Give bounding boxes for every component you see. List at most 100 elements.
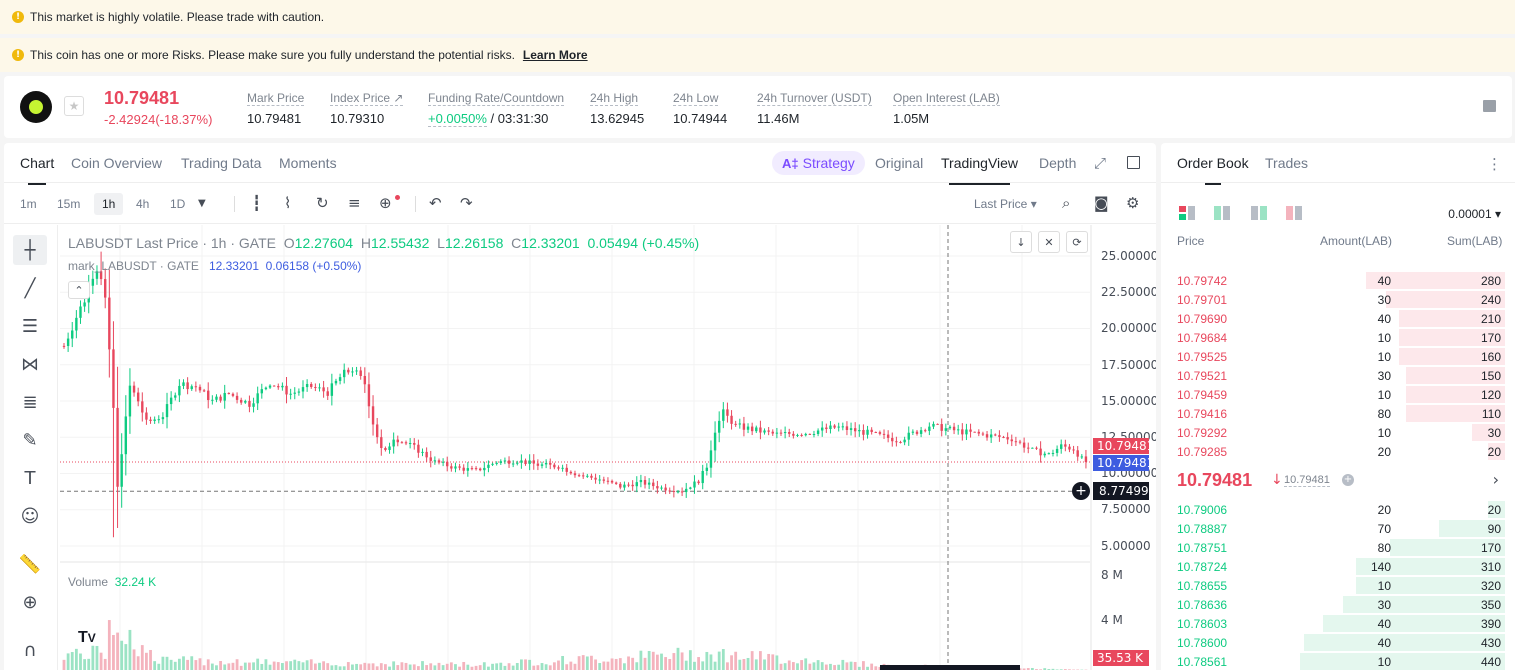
- timeframe-15m[interactable]: 15m: [57, 197, 80, 211]
- order-book-tabs: Order Book Trades ⋮: [1161, 143, 1515, 185]
- reset-view-icon[interactable]: ⟳: [1066, 231, 1088, 253]
- compress-icon[interactable]: ✕: [1038, 231, 1060, 253]
- ask-row[interactable]: 10.79521 30 150: [1177, 366, 1505, 385]
- ask-row[interactable]: 10.79416 80 110: [1177, 404, 1505, 423]
- ask-row[interactable]: 10.79525 10 160: [1177, 347, 1505, 366]
- candle-type-icon[interactable]: ┇: [252, 194, 261, 212]
- settings-gear-icon[interactable]: ⚙: [1126, 194, 1139, 212]
- price-type-select[interactable]: Last Price ▾: [974, 197, 1037, 211]
- magnet-icon[interactable]: ∩: [13, 635, 47, 665]
- ask-row[interactable]: 10.79690 40 210: [1177, 309, 1505, 328]
- emoji-icon[interactable]: ☺: [13, 501, 47, 531]
- timeframe-1m[interactable]: 1m: [20, 197, 37, 211]
- tab-coin-overview[interactable]: Coin Overview: [71, 155, 162, 171]
- timeframe-4h[interactable]: 4h: [136, 197, 149, 211]
- bid-row[interactable]: 10.79006 20 20: [1177, 500, 1505, 519]
- ask-row[interactable]: 10.79742 40 280: [1177, 271, 1505, 290]
- indicator-icon[interactable]: ⌇: [284, 194, 291, 212]
- camera-icon[interactable]: ◙: [1094, 194, 1109, 212]
- tab-chart[interactable]: Chart: [20, 155, 54, 185]
- tab-trades[interactable]: Trades: [1265, 155, 1308, 171]
- timeframe-dropdown-icon[interactable]: ▼: [198, 198, 206, 209]
- favorite-star-icon[interactable]: ★: [64, 96, 84, 116]
- bid-row[interactable]: 10.78887 70 90: [1177, 519, 1505, 538]
- text-icon[interactable]: T: [13, 463, 47, 493]
- template-icon[interactable]: ≡: [348, 194, 361, 212]
- candle-body: [351, 371, 354, 373]
- brush-icon[interactable]: ✎: [13, 425, 47, 455]
- stat-label[interactable]: Index Price ↗: [330, 91, 404, 106]
- bid-row[interactable]: 10.78751 80 170: [1177, 538, 1505, 557]
- depth-view-icon[interactable]: [1286, 206, 1302, 220]
- ask-price: 10.79292: [1177, 426, 1228, 440]
- fib-icon[interactable]: ≣: [13, 387, 47, 417]
- zoom-icon[interactable]: ⊕: [13, 587, 47, 617]
- more-options-icon[interactable]: ⋮: [1487, 155, 1502, 173]
- asks-view-icon[interactable]: [1251, 206, 1267, 220]
- ask-row[interactable]: 10.79701 30 240: [1177, 290, 1505, 309]
- chevron-right-icon[interactable]: ›: [1493, 470, 1499, 489]
- learn-more-link[interactable]: Learn More: [523, 48, 588, 62]
- view-depth[interactable]: Depth: [1039, 155, 1076, 171]
- add-indicator-icon[interactable]: ⊕: [379, 194, 392, 212]
- add-alert-icon[interactable]: +: [1072, 482, 1090, 500]
- scroll-down-icon[interactable]: ↓: [1010, 231, 1032, 253]
- ask-row[interactable]: 10.79285 20 20: [1177, 442, 1505, 461]
- strategy-button[interactable]: A‡ Strategy: [772, 151, 865, 175]
- info-plus-icon[interactable]: +: [1342, 474, 1354, 486]
- candle-body: [594, 477, 597, 480]
- horizontal-lines-icon[interactable]: ☰: [13, 311, 47, 341]
- compare-icon[interactable]: ↻: [316, 194, 329, 212]
- candle-body: [425, 451, 428, 458]
- collapse-legend-icon[interactable]: ⌃: [68, 281, 90, 299]
- ruler-icon[interactable]: 📏: [13, 549, 47, 579]
- stat-value: 10.79481: [247, 111, 302, 126]
- ask-row[interactable]: 10.79292 10 30: [1177, 423, 1505, 442]
- ask-amount: 10: [1377, 331, 1391, 345]
- timeframe-1h[interactable]: 1h: [94, 193, 124, 215]
- volume-bar: [429, 663, 433, 670]
- stat-index-price[interactable]: Index Price ↗ 10.79310: [330, 90, 404, 126]
- candle-body: [450, 466, 453, 469]
- stat-value: 13.62945: [590, 111, 645, 126]
- bid-row[interactable]: 10.78655 10 320: [1177, 576, 1505, 595]
- tab-order-book[interactable]: Order Book: [1177, 155, 1249, 185]
- candle-body: [235, 395, 239, 400]
- tab-moments[interactable]: Moments: [279, 155, 337, 171]
- bid-row[interactable]: 10.78600 40 430: [1177, 633, 1505, 652]
- bids-view-icon[interactable]: [1214, 206, 1230, 220]
- both-sides-view-icon[interactable]: [1179, 206, 1195, 220]
- coin-logo: [20, 91, 52, 123]
- crosshair-icon[interactable]: ┼: [13, 235, 47, 265]
- bid-row[interactable]: 10.78603 40 390: [1177, 614, 1505, 633]
- ask-row[interactable]: 10.79459 10 120: [1177, 385, 1505, 404]
- volume-bar: [676, 647, 680, 670]
- search-icon[interactable]: ⌕: [1062, 194, 1070, 212]
- expand-icon[interactable]: ⤢: [1094, 154, 1106, 172]
- bid-row[interactable]: 10.78724 140 310: [1177, 557, 1505, 576]
- volume-bar: [285, 661, 288, 670]
- bid-row[interactable]: 10.78636 30 350: [1177, 595, 1505, 614]
- stat-24h-high: 24h High 13.62945: [590, 90, 644, 126]
- price-change: -2.42924(-18.37%): [104, 112, 213, 127]
- candlestick-chart[interactable]: [60, 225, 1156, 670]
- volume-bar: [565, 664, 569, 670]
- ask-row[interactable]: 10.79684 10 170: [1177, 328, 1505, 347]
- candle-body: [969, 429, 972, 432]
- candle-body: [660, 487, 663, 489]
- tick-size-select[interactable]: 0.00001 ▾: [1448, 207, 1501, 221]
- view-tradingview[interactable]: TradingView: [941, 155, 1018, 185]
- tradingview-logo: TV: [78, 629, 96, 646]
- view-original[interactable]: Original: [875, 155, 923, 171]
- price-chart[interactable]: LABUSDT Last Price · 1h · GATE O12.27604…: [60, 225, 1156, 670]
- fullscreen-icon[interactable]: [1127, 156, 1140, 169]
- timeframe-1d[interactable]: 1D: [170, 197, 185, 211]
- redo-icon[interactable]: ↷: [460, 194, 473, 212]
- undo-icon[interactable]: ↶: [429, 194, 442, 212]
- tab-trading-data[interactable]: Trading Data: [181, 155, 261, 171]
- volume-bar: [499, 662, 503, 670]
- book-icon[interactable]: [1483, 100, 1496, 112]
- bid-row[interactable]: 10.78561 10 440: [1177, 652, 1505, 670]
- trendline-icon[interactable]: ╱: [13, 273, 47, 303]
- pattern-icon[interactable]: ⋈: [13, 349, 47, 379]
